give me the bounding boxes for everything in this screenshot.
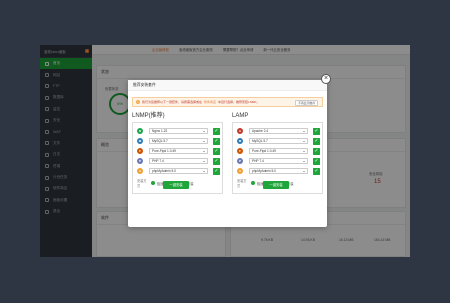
fast-install-radio[interactable] bbox=[151, 181, 155, 185]
phpmyadmin-checkbox[interactable]: ✓ bbox=[313, 167, 320, 175]
mysql-icon: M bbox=[137, 138, 143, 144]
close-button[interactable]: × bbox=[321, 74, 331, 84]
software-store-link[interactable]: 软件商店 bbox=[204, 100, 216, 104]
chevron-down-icon bbox=[303, 130, 305, 132]
phpmyadmin-icon: A bbox=[237, 168, 243, 174]
lamp-row-php: P PHP 7.4 ✓ bbox=[233, 156, 322, 166]
select-value: Pure-Ftpd 1.0.49 bbox=[252, 148, 276, 153]
nginx-version-select[interactable]: Nginx 1.22 bbox=[149, 127, 208, 135]
lamp-install-button[interactable]: 一键安装 bbox=[263, 181, 289, 189]
select-value: Pure-Ftpd 1.0.49 bbox=[152, 148, 176, 153]
notice-text: 我们为您推荐以下一键套件，请按需选择或在 bbox=[142, 100, 203, 104]
apache-checkbox[interactable]: ✓ bbox=[313, 127, 320, 135]
install-mode-label: 安装方式 bbox=[137, 179, 147, 188]
lnmp-row-nginx: N Nginx 1.22 ✓ bbox=[133, 126, 222, 136]
apache-version-select[interactable]: Apache 2.4 bbox=[249, 127, 308, 135]
lamp-stack: LAMP A Apache 2.4 ✓ M MySQL 5.7 ✓ F Pure… bbox=[232, 112, 323, 194]
lamp-row-phpmyadmin: A phpMyAdmin 5.0 ✓ bbox=[233, 166, 322, 176]
pureftpd-icon: F bbox=[237, 148, 243, 154]
select-value: PHP 7.4 bbox=[152, 158, 164, 163]
warning-icon: ! bbox=[136, 100, 140, 104]
lnmp-row-ftp: F Pure-Ftpd 1.0.49 ✓ bbox=[133, 146, 222, 156]
lamp-title: LAMP bbox=[232, 113, 249, 119]
install-mode-label: 安装方式 bbox=[237, 179, 247, 188]
php-checkbox[interactable]: ✓ bbox=[313, 157, 320, 165]
mysql-version-select[interactable]: MySQL 5.7 bbox=[149, 137, 208, 145]
dialog-title: 推荐安装套件 bbox=[128, 80, 327, 91]
chevron-down-icon bbox=[303, 160, 305, 162]
select-value: MySQL 5.7 bbox=[152, 138, 168, 143]
lamp-box: A Apache 2.4 ✓ M MySQL 5.7 ✓ F Pure-Ftpd… bbox=[232, 122, 323, 194]
recommend-install-dialog: 推荐安装套件 × ! 我们为您推荐以下一键套件，请按需选择或在 软件商店 中自行… bbox=[128, 74, 331, 227]
php-version-select[interactable]: PHP 7.4 bbox=[149, 157, 208, 165]
mysql-checkbox[interactable]: ✓ bbox=[213, 137, 220, 145]
pureftpd-version-select[interactable]: Pure-Ftpd 1.0.49 bbox=[249, 147, 308, 155]
lnmp-box: N Nginx 1.22 ✓ M MySQL 5.7 ✓ F Pure-Ftpd… bbox=[132, 122, 223, 194]
php-checkbox[interactable]: ✓ bbox=[213, 157, 220, 165]
phpmyadmin-version-select[interactable]: phpMyAdmin 5.0 bbox=[249, 167, 308, 175]
dont-show-button[interactable]: 不再显示推荐 bbox=[295, 100, 318, 106]
phpmyadmin-version-select[interactable]: phpMyAdmin 5.0 bbox=[149, 167, 208, 175]
lnmp-row-mysql: M MySQL 5.7 ✓ bbox=[133, 136, 222, 146]
phpmyadmin-icon: A bbox=[137, 168, 143, 174]
select-value: phpMyAdmin 5.0 bbox=[252, 168, 276, 173]
lnmp-stack: LNMP(推荐) N Nginx 1.22 ✓ M MySQL 5.7 ✓ F … bbox=[132, 112, 223, 194]
mysql-checkbox[interactable]: ✓ bbox=[313, 137, 320, 145]
chevron-down-icon bbox=[203, 140, 205, 142]
chevron-down-icon bbox=[303, 140, 305, 142]
notice-tail: 中自行选择，推荐安装LNMP。 bbox=[218, 100, 260, 104]
lnmp-install-button[interactable]: 一键安装 bbox=[163, 181, 189, 189]
mysql-icon: M bbox=[237, 138, 243, 144]
pureftpd-version-select[interactable]: Pure-Ftpd 1.0.49 bbox=[149, 147, 208, 155]
apache-icon: A bbox=[237, 128, 243, 134]
php-version-select[interactable]: PHP 7.4 bbox=[249, 157, 308, 165]
lnmp-row-phpmyadmin: A phpMyAdmin 5.0 ✓ bbox=[133, 166, 222, 176]
select-value: PHP 7.4 bbox=[252, 158, 264, 163]
pureftpd-icon: F bbox=[137, 148, 143, 154]
chevron-down-icon bbox=[303, 170, 305, 172]
lnmp-title: LNMP(推荐) bbox=[132, 113, 165, 119]
chevron-down-icon bbox=[203, 170, 205, 172]
mysql-version-select[interactable]: MySQL 5.7 bbox=[249, 137, 308, 145]
fast-install-radio[interactable] bbox=[251, 181, 255, 185]
lamp-row-mysql: M MySQL 5.7 ✓ bbox=[233, 136, 322, 146]
chevron-down-icon bbox=[203, 160, 205, 162]
php-icon: P bbox=[237, 158, 243, 164]
chevron-down-icon bbox=[203, 130, 205, 132]
chevron-down-icon bbox=[203, 150, 205, 152]
chevron-down-icon bbox=[303, 150, 305, 152]
phpmyadmin-checkbox[interactable]: ✓ bbox=[213, 167, 220, 175]
select-value: phpMyAdmin 5.0 bbox=[152, 168, 176, 173]
nginx-icon: N bbox=[137, 128, 143, 134]
pureftpd-checkbox[interactable]: ✓ bbox=[313, 147, 320, 155]
php-icon: P bbox=[137, 158, 143, 164]
nginx-checkbox[interactable]: ✓ bbox=[213, 127, 220, 135]
select-value: Nginx 1.22 bbox=[152, 128, 168, 133]
lnmp-row-php: P PHP 7.4 ✓ bbox=[133, 156, 222, 166]
recommend-notice: ! 我们为您推荐以下一键套件，请按需选择或在 软件商店 中自行选择，推荐安装LN… bbox=[132, 97, 323, 107]
lamp-row-apache: A Apache 2.4 ✓ bbox=[233, 126, 322, 136]
select-value: MySQL 5.7 bbox=[252, 138, 268, 143]
select-value: Apache 2.4 bbox=[252, 128, 269, 133]
pureftpd-checkbox[interactable]: ✓ bbox=[213, 147, 220, 155]
lamp-row-ftp: F Pure-Ftpd 1.0.49 ✓ bbox=[233, 146, 322, 156]
